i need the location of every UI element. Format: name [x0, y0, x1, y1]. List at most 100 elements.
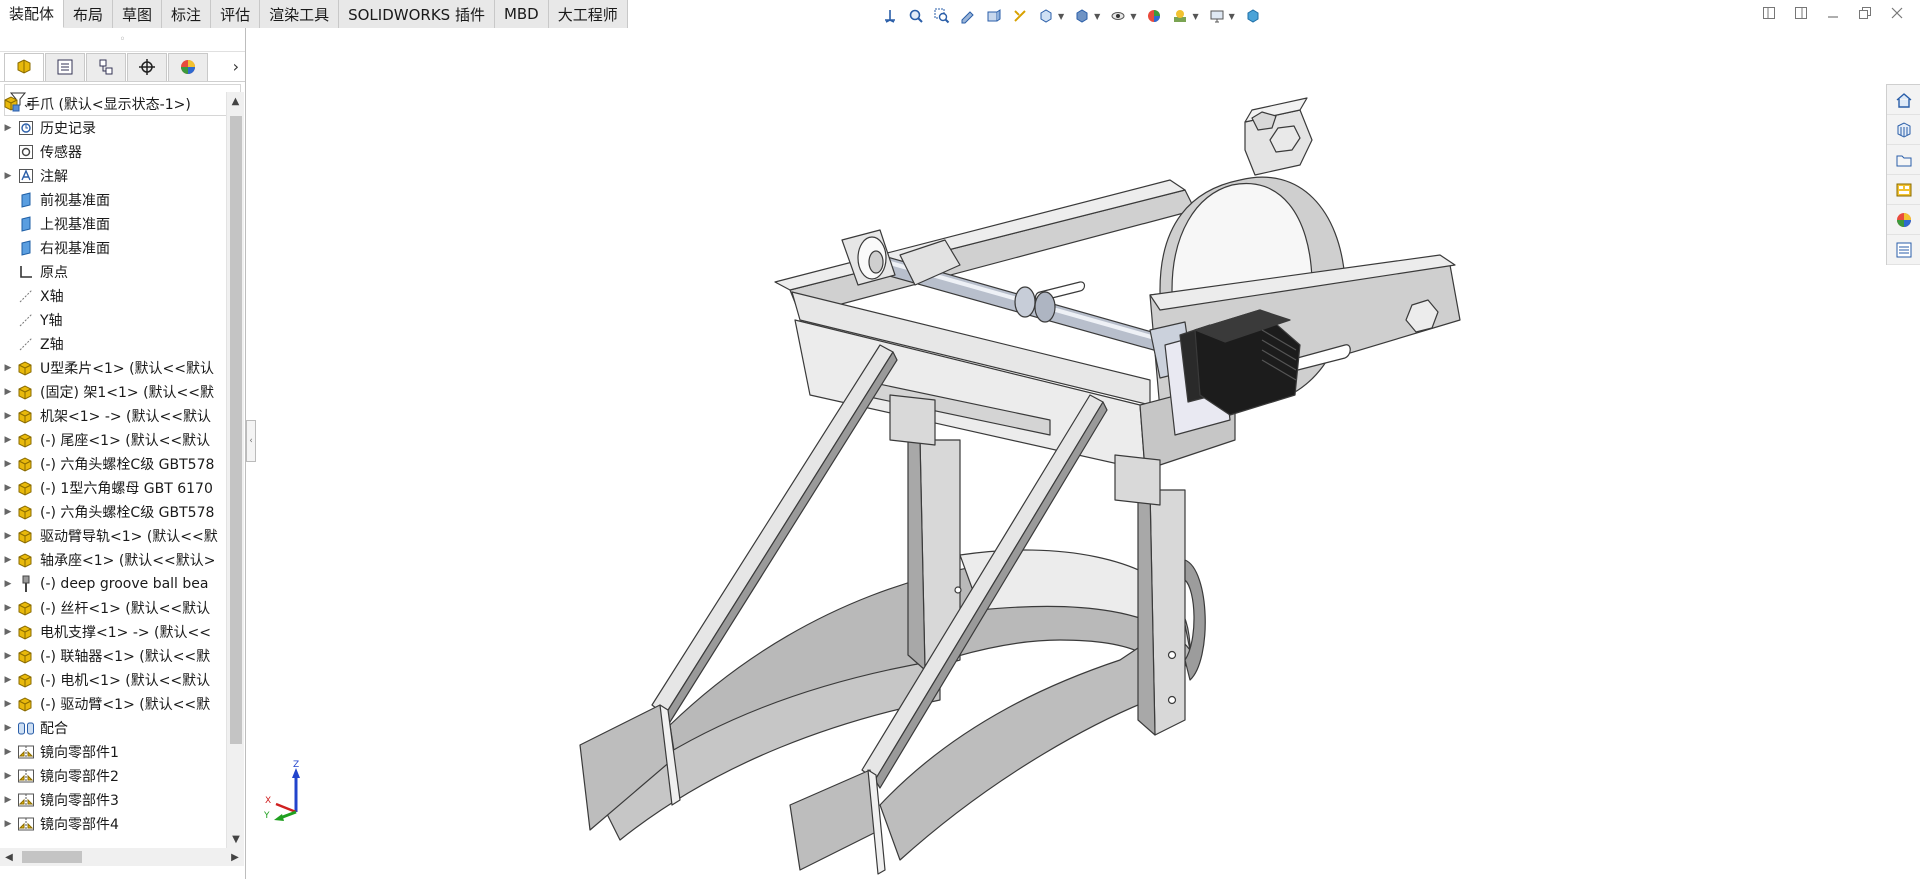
tree-horizontal-scrollbar[interactable]: ◀ ▶ [0, 848, 244, 866]
view-palette-icon[interactable] [1887, 175, 1920, 205]
command-tab[interactable]: 渲染工具 [260, 0, 340, 28]
expand-arrow-icon[interactable]: ▶ [0, 507, 16, 517]
dimxpert-manager-tab[interactable] [127, 52, 167, 81]
display-pane-icon[interactable] [1243, 6, 1263, 26]
tree-item[interactable]: 原点 [0, 260, 226, 284]
tree-item[interactable]: ▶ 镜向零部件4 [0, 812, 226, 832]
file-explorer-icon[interactable] [1887, 145, 1920, 175]
view-selector-icon[interactable] [1036, 6, 1056, 26]
tree-item[interactable]: ▶ 轴承座<1> (默认<<默认> [0, 548, 226, 572]
minimize-icon[interactable] [1824, 4, 1842, 22]
panel-grip[interactable]: ◦ [0, 28, 245, 52]
tree-item[interactable]: ▶ (-) 电机<1> (默认<<默认 [0, 668, 226, 692]
tree-item[interactable]: ▶ 镜向零部件1 [0, 740, 226, 764]
apply-scene-dropdown-icon[interactable]: ▼ [1192, 12, 1198, 21]
scroll-left-icon[interactable]: ◀ [0, 852, 18, 863]
tree-item[interactable]: 前视基准面 [0, 188, 226, 212]
tree-item[interactable]: 上视基准面 [0, 212, 226, 236]
tree-item[interactable]: ▶ 历史记录 [0, 116, 226, 140]
tree-item[interactable]: ▶ 电机支撑<1> -> (默认<< [0, 620, 226, 644]
design-library-icon[interactable] [1887, 115, 1920, 145]
expand-arrow-icon[interactable]: ▶ [0, 723, 16, 733]
feature-manager-tab[interactable] [4, 52, 44, 81]
scroll-up-icon[interactable]: ▲ [227, 92, 244, 110]
tree-item[interactable]: ▶ (-) 驱动臂<1> (默认<<默 [0, 692, 226, 716]
hscroll-thumb[interactable] [22, 851, 82, 863]
tree-root[interactable]: 手爪 (默认<显示状态-1>) [0, 92, 226, 116]
expand-arrow-icon[interactable]: ▶ [0, 747, 16, 757]
display-manager-tab[interactable] [168, 52, 208, 81]
expand-arrow-icon[interactable]: ▶ [0, 411, 16, 421]
configuration-manager-tab[interactable] [86, 52, 126, 81]
command-tab[interactable]: 布局 [64, 0, 114, 28]
apply-scene-icon[interactable] [1170, 6, 1190, 26]
expand-arrow-icon[interactable]: ▶ [0, 675, 16, 685]
hide-show-items-icon[interactable] [1108, 6, 1128, 26]
tree-item[interactable]: ▶ 注解 [0, 164, 226, 188]
expand-arrow-icon[interactable]: ▶ [0, 171, 16, 181]
expand-arrow-icon[interactable]: ▶ [0, 795, 16, 805]
dynamic-annotation-icon[interactable] [1010, 6, 1030, 26]
edit-appearance-icon[interactable] [1144, 6, 1164, 26]
expand-arrow-icon[interactable]: ▶ [0, 579, 16, 589]
tree-item[interactable]: Y轴 [0, 308, 226, 332]
command-tab[interactable]: MBD [494, 0, 549, 28]
expand-arrow-icon[interactable]: ▶ [0, 483, 16, 493]
expand-arrow-icon[interactable]: ▶ [0, 603, 16, 613]
hide-show-dropdown-icon[interactable]: ▼ [1130, 12, 1136, 21]
tree-item[interactable]: ▶ 配合 [0, 716, 226, 740]
expand-arrow-icon[interactable]: ▶ [0, 651, 16, 661]
tree-item[interactable]: ▶ 镜向零部件3 [0, 788, 226, 812]
tree-item[interactable]: ▶ (-) 六角头螺栓C级 GBT578 [0, 452, 226, 476]
command-tab[interactable]: SOLIDWORKS 插件 [339, 0, 495, 28]
tree-item[interactable]: ▶ (-) 联轴器<1> (默认<<默 [0, 644, 226, 668]
tree-item[interactable]: ▶ 机架<1> -> (默认<<默认 [0, 404, 226, 428]
expand-arrow-icon[interactable]: ▶ [0, 435, 16, 445]
expand-arrow-icon[interactable]: ▶ [0, 771, 16, 781]
expand-arrow-icon[interactable]: ▶ [0, 699, 16, 709]
expand-arrow-icon[interactable]: ▶ [0, 819, 16, 829]
view-settings-icon[interactable] [1207, 6, 1227, 26]
tree-item[interactable]: ▶ (-) 六角头螺栓C级 GBT578 [0, 500, 226, 524]
command-tab[interactable]: 大工程师 [548, 0, 628, 28]
expand-arrow-icon[interactable]: ▶ [0, 123, 16, 133]
display-style-dropdown-icon[interactable]: ▼ [1094, 12, 1100, 21]
tree-item[interactable]: ▶ 驱动臂导轨<1> (默认<<默 [0, 524, 226, 548]
expand-arrow-icon[interactable]: ▶ [0, 387, 16, 397]
scroll-thumb[interactable] [230, 116, 242, 744]
tree-vertical-scrollbar[interactable]: ▲ ▼ [226, 92, 244, 848]
display-style-icon[interactable] [1072, 6, 1092, 26]
command-tab[interactable]: 草图 [113, 0, 163, 28]
command-tab[interactable]: 装配体 [0, 0, 65, 28]
property-manager-tab[interactable] [45, 52, 85, 81]
expand-arrow-icon[interactable]: ▶ [0, 627, 16, 637]
view-selector-dropdown-icon[interactable]: ▼ [1058, 12, 1064, 21]
expand-arrow-icon[interactable]: ▶ [0, 363, 16, 373]
more-tabs-chevron-icon[interactable]: › [233, 57, 239, 76]
previous-view-icon[interactable] [958, 6, 978, 26]
tree-item[interactable]: Z轴 [0, 332, 226, 356]
graphics-area[interactable] [256, 30, 1876, 879]
restore-icon[interactable] [1856, 4, 1874, 22]
tree-item[interactable]: 传感器 [0, 140, 226, 164]
home-icon[interactable] [1887, 85, 1920, 115]
tree-item[interactable]: 右视基准面 [0, 236, 226, 260]
panel-collapse-handle[interactable]: ‹ [246, 420, 256, 462]
tree-item[interactable]: X轴 [0, 284, 226, 308]
tree-item[interactable]: ▶ (固定) 架1<1> (默认<<默 [0, 380, 226, 404]
tree-item[interactable]: ▶ (-) deep groove ball bea [0, 572, 226, 596]
command-tab[interactable]: 评估 [211, 0, 261, 28]
tree-item[interactable]: ▶ U型柔片<1> (默认<<默认 [0, 356, 226, 380]
view-orient-icon[interactable] [880, 6, 900, 26]
tree-item[interactable]: ▶ (-) 尾座<1> (默认<<默认 [0, 428, 226, 452]
command-tab[interactable]: 标注 [162, 0, 212, 28]
zoom-to-area-icon[interactable] [932, 6, 952, 26]
close-icon[interactable] [1888, 4, 1906, 22]
expand-arrow-icon[interactable]: ▶ [0, 555, 16, 565]
tree-item[interactable]: ▶ (-) 1型六角螺母 GBT 6170 [0, 476, 226, 500]
section-view-icon[interactable] [984, 6, 1004, 26]
tree-item[interactable]: ▶ 镜向零部件2 [0, 764, 226, 788]
tile-left-icon[interactable] [1760, 4, 1778, 22]
appearances-icon[interactable] [1887, 205, 1920, 235]
view-settings-dropdown-icon[interactable]: ▼ [1229, 12, 1235, 21]
